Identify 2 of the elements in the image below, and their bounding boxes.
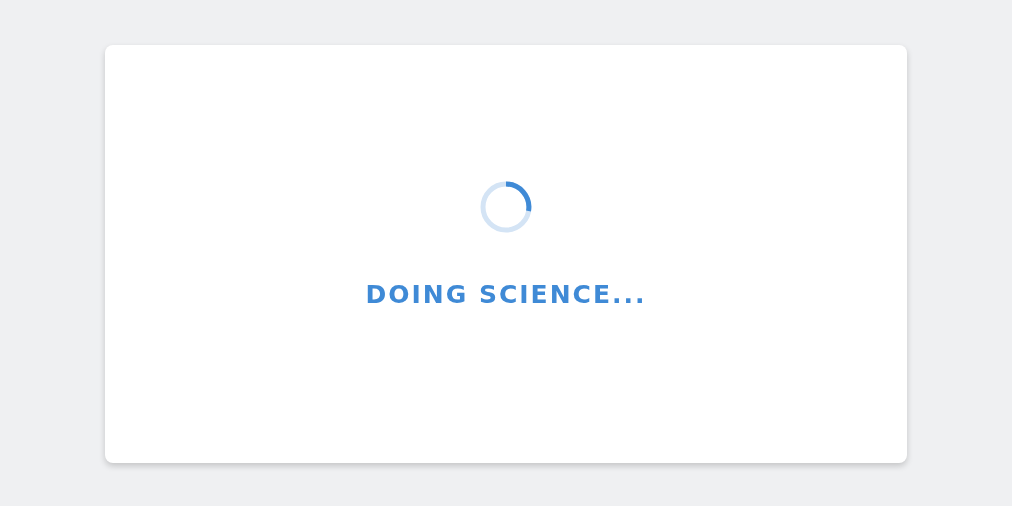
loading-message: DOING SCIENCE... (365, 279, 647, 311)
loading-spinner-icon (479, 180, 533, 234)
